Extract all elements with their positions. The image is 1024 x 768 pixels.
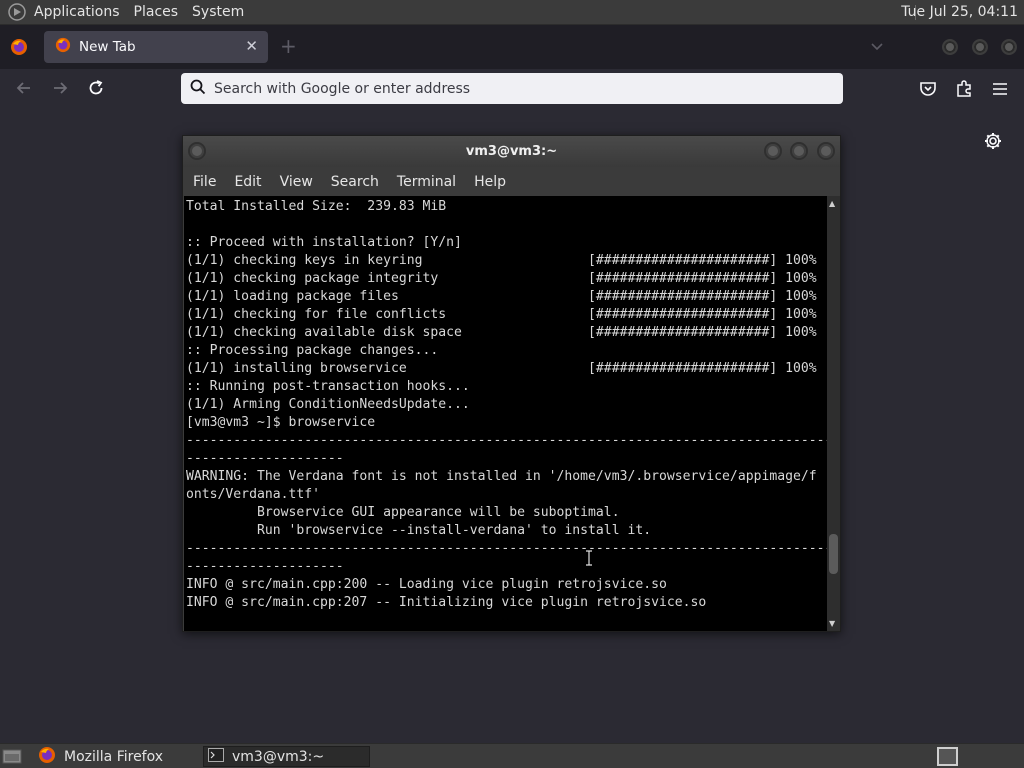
terminal-line: (1/1) loading package files [###########… [186,289,817,304]
taskbar-item-terminal[interactable]: vm3@vm3:~ [203,746,370,767]
terminal-title: vm3@vm3:~ [465,144,558,159]
menu-terminal[interactable]: Terminal [397,174,456,190]
menu-view[interactable]: View [280,174,313,190]
menu-help[interactable]: Help [474,174,506,190]
search-icon [190,79,206,99]
firefox-icon [55,37,71,57]
top-panel: Applications Places System Tue Jul 25, 0… [0,0,1024,25]
terminal-line: :: Proceed with installation? [Y/n] [186,235,462,250]
system-menu[interactable]: System [192,4,244,20]
menu-file[interactable]: File [193,174,216,190]
url-input[interactable] [214,80,814,97]
terminal-line: INFO @ src/main.cpp:200 -- Loading vice … [186,577,667,592]
forward-icon[interactable] [51,79,69,101]
terminal-line: (1/1) checking keys in keyring [########… [186,253,817,268]
tab-strip: New Tab ✕ + [0,25,1024,69]
taskbar-item-firefox[interactable]: Mozilla Firefox [34,746,198,767]
close-window-button[interactable] [1001,39,1017,55]
terminal-line: ----------------------------------------… [186,433,827,448]
terminal-line: (1/1) checking for file conflicts [#####… [186,307,817,322]
terminal-close-button[interactable] [817,142,835,160]
terminal-line: onts/Verdana.ttf' [186,487,321,502]
terminal-minimize-button[interactable] [764,142,782,160]
scroll-up-arrow-icon[interactable]: ▲ [829,199,835,208]
navigation-toolbar [0,69,1024,110]
reload-icon[interactable] [87,79,105,101]
terminal-output[interactable]: Total Installed Size: 239.83 MiB :: Proc… [184,196,827,631]
terminal-line: (1/1) Arming ConditionNeedsUpdate... [186,397,470,412]
terminal-line: WARNING: The Verdana font is not install… [186,469,817,484]
terminal-line: :: Running post-transaction hooks... [186,379,470,394]
url-bar[interactable] [181,73,843,104]
terminal-line: Total Installed Size: 239.83 MiB [186,199,447,214]
applications-menu[interactable]: Applications [34,4,120,20]
customize-gear-icon[interactable] [983,131,1003,155]
terminal-line: :: Processing package changes... [186,343,439,358]
terminal-line: (1/1) checking available disk space [###… [186,325,817,340]
app-menu-icon[interactable] [991,80,1009,102]
firefox-icon [38,746,56,768]
pocket-icon[interactable] [919,80,937,102]
terminal-line: Browservice GUI appearance will be subop… [186,505,620,520]
terminal-line: [vm3@vm3 ~]$ browservice [186,415,376,430]
terminal-titlebar[interactable]: vm3@vm3:~ [183,136,840,167]
extensions-icon[interactable] [955,80,973,102]
terminal-line: (1/1) checking package integrity [######… [186,271,817,286]
tab-new-tab[interactable]: New Tab ✕ [44,31,268,63]
list-all-tabs-icon[interactable] [871,40,883,54]
close-tab-icon[interactable]: ✕ [245,37,258,55]
scroll-down-arrow-icon[interactable]: ▼ [829,619,835,628]
firefox-view-icon[interactable] [10,38,28,60]
terminal-scrollbar[interactable]: ▲ ▼ [827,196,840,631]
maximize-window-button[interactable] [972,39,988,55]
terminal-line: -------------------- [186,559,344,574]
menu-search[interactable]: Search [331,174,379,190]
terminal-line: -------------------- [186,451,344,466]
text-cursor-icon [586,550,592,566]
terminal-line: INFO @ src/main.cpp:207 -- Initializing … [186,595,707,610]
clock[interactable]: Tue Jul 25, 04:11 [901,4,1018,20]
terminal-maximize-button[interactable] [790,142,808,160]
scrollbar-thumb[interactable] [829,534,838,574]
terminal-line: (1/1) installing browservice [##########… [186,361,817,376]
places-menu[interactable]: Places [134,4,179,20]
terminal-menubar: File Edit View Search Terminal Help [183,167,840,196]
new-tab-button[interactable]: + [280,36,297,56]
taskbar-item-label: Mozilla Firefox [64,748,164,765]
terminal-line: ----------------------------------------… [186,541,827,556]
terminal-line: Run 'browservice --install-verdana' to i… [186,523,652,538]
back-icon[interactable] [15,79,33,101]
bottom-taskbar: Mozilla Firefox vm3@vm3:~ [0,743,1024,768]
menu-edit[interactable]: Edit [234,174,261,190]
terminal-icon [208,747,224,766]
terminal-window[interactable]: vm3@vm3:~ File Edit View Search Terminal… [182,135,841,632]
tab-title: New Tab [79,39,136,55]
show-desktop-icon[interactable] [2,747,24,765]
distro-logo-icon[interactable] [6,2,28,22]
taskbar-item-label: vm3@vm3:~ [232,748,325,765]
workspace-switcher[interactable] [937,747,958,766]
minimize-window-button[interactable] [942,39,958,55]
